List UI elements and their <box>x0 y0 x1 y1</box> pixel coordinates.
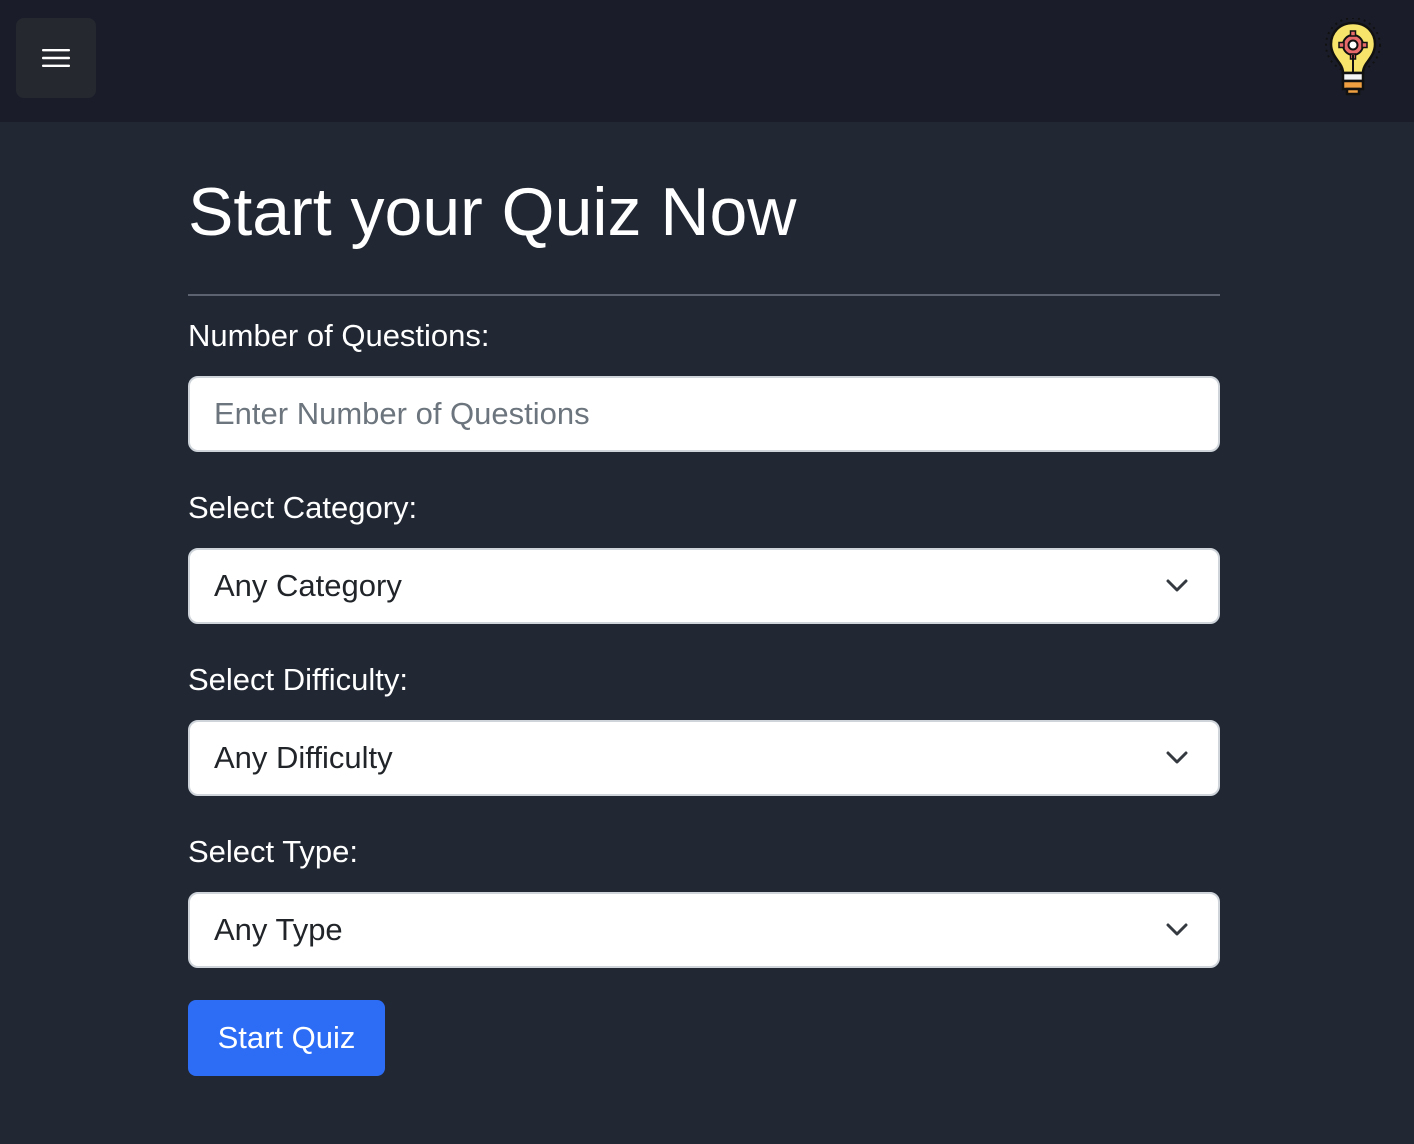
top-navbar <box>0 0 1414 122</box>
questions-field[interactable] <box>188 376 1220 452</box>
chevron-down-icon <box>1166 579 1188 592</box>
type-select[interactable]: Any Type <box>188 892 1220 968</box>
menu-toggle-button[interactable] <box>16 18 96 98</box>
questions-label: Number of Questions: <box>188 318 490 353</box>
difficulty-selected-value: Any Difficulty <box>214 740 393 775</box>
title-divider <box>188 294 1220 296</box>
difficulty-select[interactable]: Any Difficulty <box>188 720 1220 796</box>
difficulty-label: Select Difficulty: <box>188 662 408 697</box>
hamburger-menu-icon <box>42 49 70 67</box>
category-label: Select Category: <box>188 490 418 525</box>
category-selected-value: Any Category <box>214 568 402 603</box>
type-selected-value: Any Type <box>214 912 343 947</box>
chevron-down-icon <box>1166 751 1188 764</box>
category-select[interactable]: Any Category <box>188 548 1220 624</box>
type-label: Select Type: <box>188 834 359 869</box>
chevron-down-icon <box>1166 923 1188 936</box>
questions-input[interactable] <box>214 396 1194 432</box>
lightbulb-gear-icon[interactable] <box>1322 18 1384 98</box>
start-quiz-button[interactable]: Start Quiz <box>188 1000 385 1076</box>
page-title: Start your Quiz Now <box>188 174 797 250</box>
